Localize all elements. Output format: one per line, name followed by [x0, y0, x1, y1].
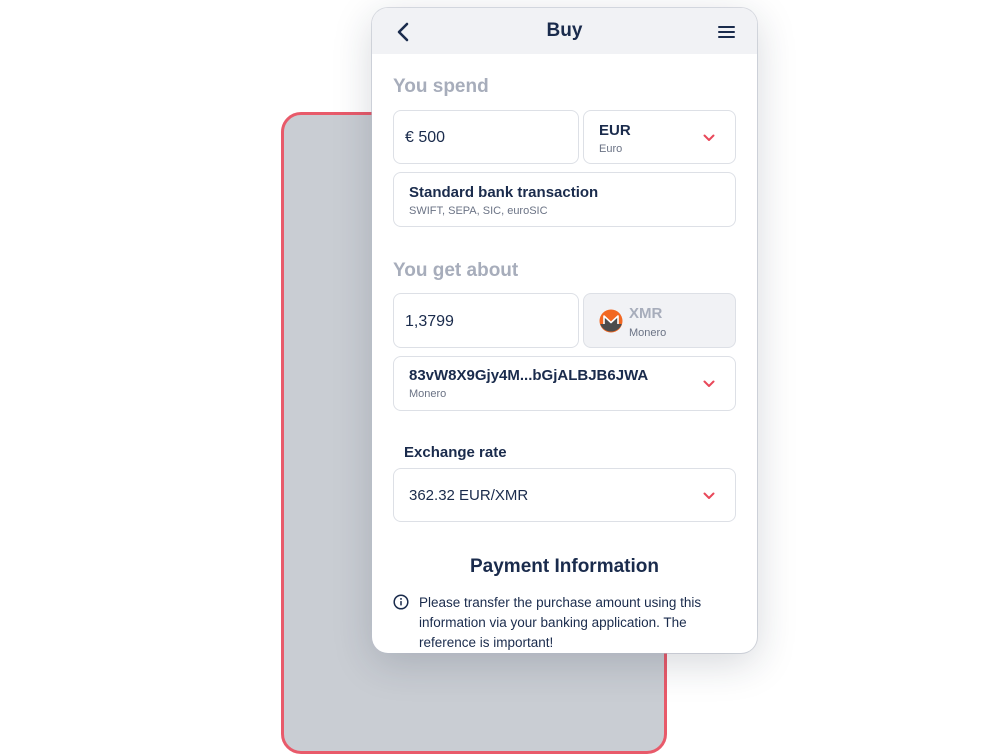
spend-amount-value: € 500 — [405, 129, 446, 146]
payment-info-text: Please transfer the purchase amount usin… — [419, 595, 702, 650]
chevron-down-icon — [703, 492, 715, 499]
wallet-address-select[interactable]: 83vW8X9Gjy4M...bGjALBJB6JWA Monero — [393, 356, 736, 411]
you-get-label: You get about — [393, 260, 519, 281]
phone-frame: Buy You spend € 500 EUR Euro Standard ba… — [372, 8, 757, 653]
spend-currency-select[interactable]: EUR Euro — [583, 110, 736, 164]
get-currency-code: XMR — [629, 305, 663, 322]
exchange-rate-select[interactable]: 362.32 EUR/XMR — [393, 468, 736, 522]
payment-information-title: Payment Information — [470, 556, 659, 577]
wallet-network-label: Monero — [409, 388, 447, 400]
chevron-down-icon — [703, 380, 715, 387]
payment-method-title: Standard bank transaction — [409, 184, 599, 201]
spend-currency-name: Euro — [599, 143, 623, 155]
payment-method-sub: SWIFT, SEPA, SIC, euroSIC — [409, 205, 548, 217]
page-title: Buy — [546, 20, 583, 41]
get-amount-input[interactable]: 1,3799 — [393, 293, 579, 348]
monero-logo-icon — [599, 309, 623, 333]
exchange-rate-label: Exchange rate — [404, 444, 507, 461]
spend-currency-code: EUR — [599, 122, 631, 139]
you-spend-label: You spend — [393, 76, 489, 97]
app-header: Buy — [372, 8, 757, 54]
stage: Buy You spend € 500 EUR Euro Standard ba… — [0, 0, 1000, 756]
get-currency-name: Monero — [629, 327, 667, 339]
back-arrow-icon[interactable] — [394, 20, 414, 44]
get-currency-select: XMR Monero — [583, 293, 736, 348]
spend-amount-input[interactable]: € 500 — [393, 110, 579, 164]
get-amount-value: 1,3799 — [405, 313, 454, 330]
info-icon — [393, 594, 409, 610]
payment-method-select[interactable]: Standard bank transaction SWIFT, SEPA, S… — [393, 172, 736, 227]
chevron-down-icon — [703, 134, 715, 141]
exchange-rate-value: 362.32 EUR/XMR — [409, 487, 529, 504]
wallet-address-value: 83vW8X9Gjy4M...bGjALBJB6JWA — [409, 367, 649, 384]
hamburger-menu-icon[interactable] — [717, 23, 737, 41]
